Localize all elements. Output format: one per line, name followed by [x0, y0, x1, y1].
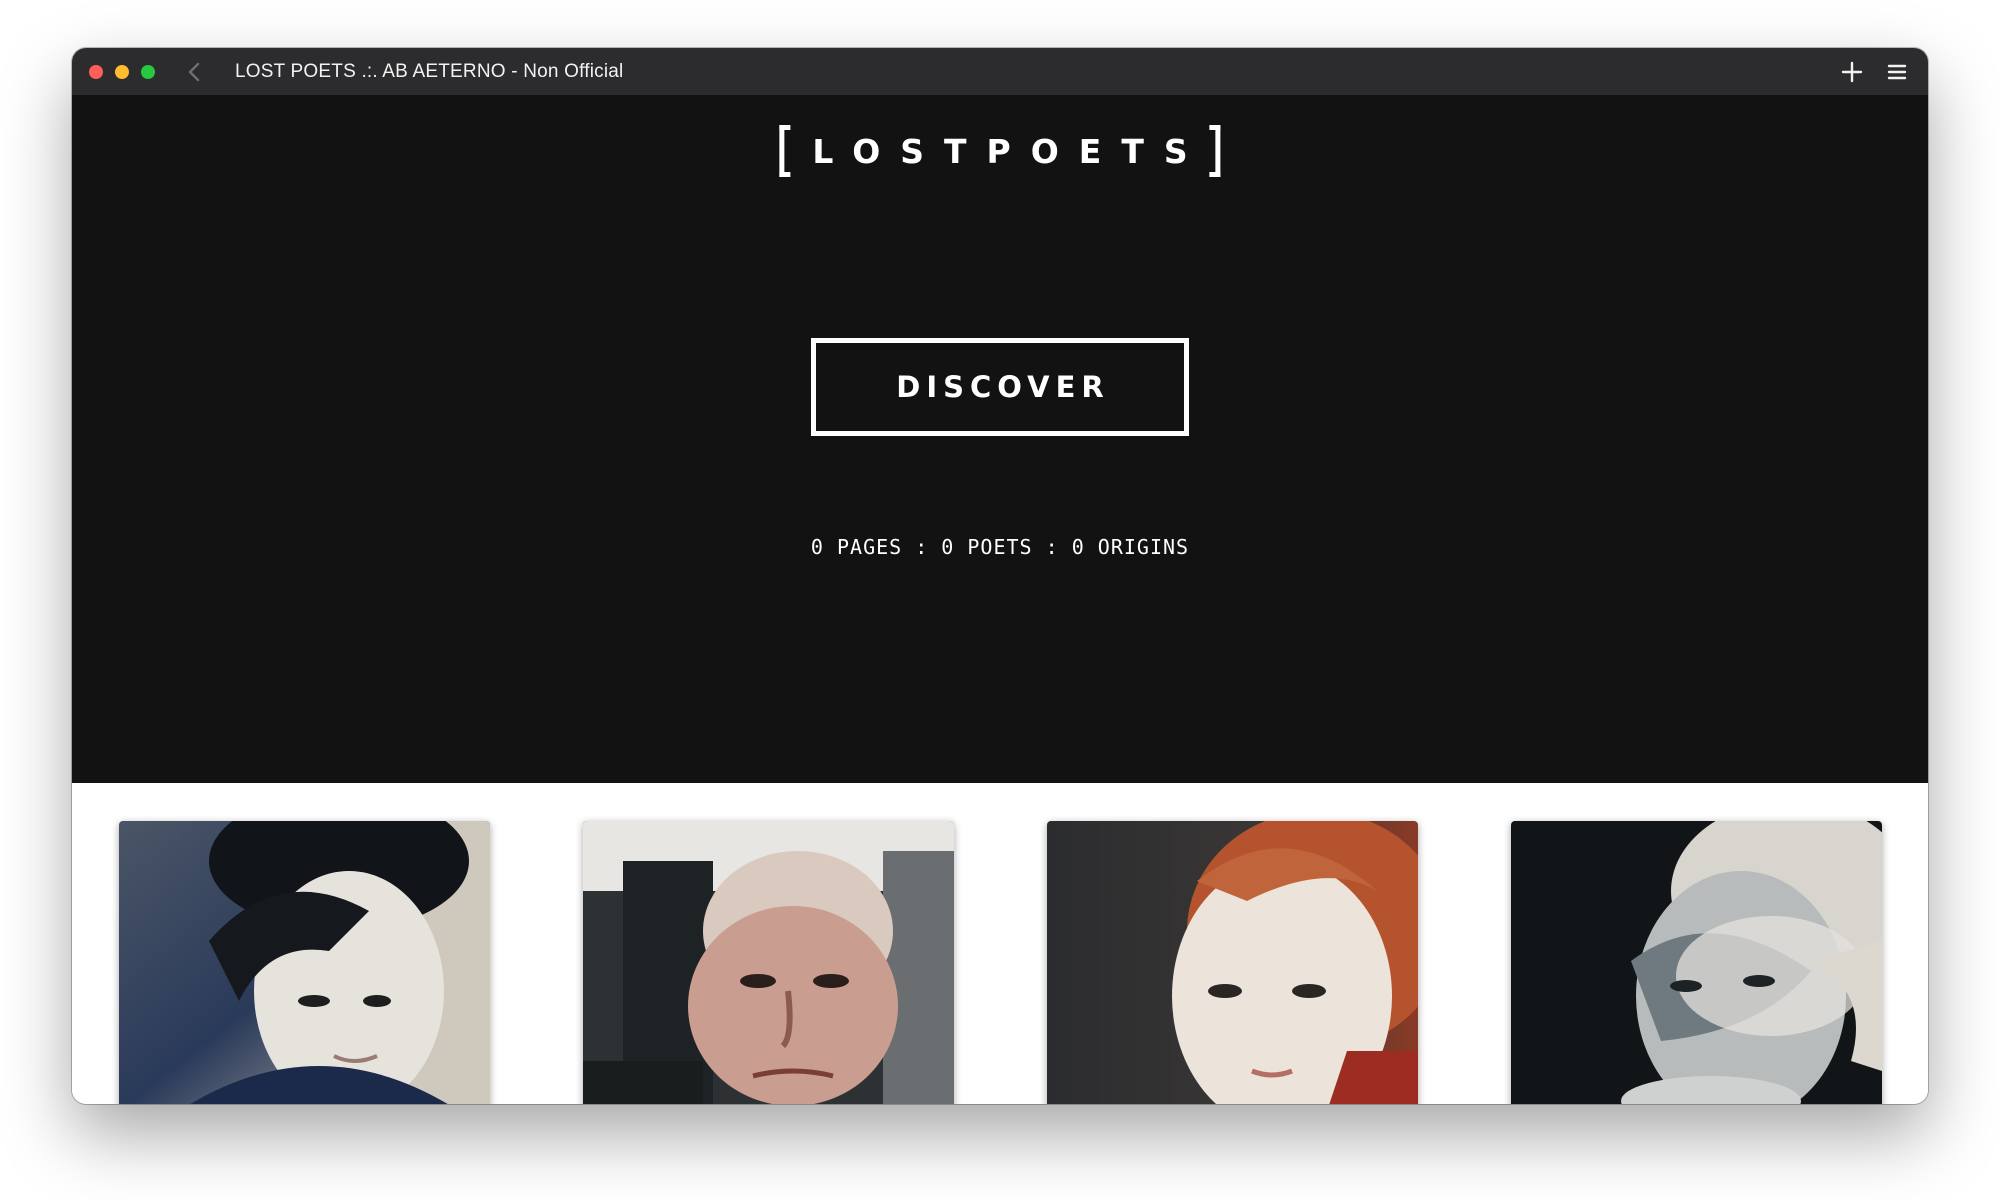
- portrait-image: [119, 821, 490, 1104]
- logo-text: LOSTPOETS: [812, 131, 1208, 171]
- maximize-window-button[interactable]: [141, 65, 155, 79]
- site-logo[interactable]: LOSTPOETS: [779, 125, 1221, 177]
- logo-left-bracket: [779, 125, 791, 177]
- portrait-card[interactable]: [119, 821, 490, 1104]
- plus-icon[interactable]: [1840, 60, 1864, 84]
- portrait-card[interactable]: [583, 821, 954, 1104]
- hamburger-menu-icon[interactable]: [1886, 61, 1908, 83]
- portrait-gallery: [72, 783, 1928, 1104]
- close-window-button[interactable]: [89, 65, 103, 79]
- portrait-card[interactable]: [1511, 821, 1882, 1104]
- stats-counter: 0 PAGES : 0 POETS : 0 ORIGINS: [810, 535, 1190, 559]
- portrait-image: [583, 821, 954, 1104]
- title-bar: LOST POETS .:. AB AETERNO - Non Official: [72, 48, 1928, 96]
- portrait-image: [1047, 821, 1418, 1104]
- tab-title: LOST POETS .:. AB AETERNO - Non Official: [235, 61, 624, 82]
- discover-button[interactable]: DISCOVER: [811, 338, 1189, 436]
- portrait-card[interactable]: [1047, 821, 1418, 1104]
- chevron-left-icon[interactable]: [182, 58, 206, 86]
- hero-section: LOSTPOETS DISCOVER 0 PAGES : 0 POETS : 0…: [72, 95, 1928, 783]
- browser-window: LOST POETS .:. AB AETERNO - Non Official…: [72, 48, 1928, 1104]
- portrait-image: [1511, 821, 1882, 1104]
- minimize-window-button[interactable]: [115, 65, 129, 79]
- logo-right-bracket: [1209, 125, 1221, 177]
